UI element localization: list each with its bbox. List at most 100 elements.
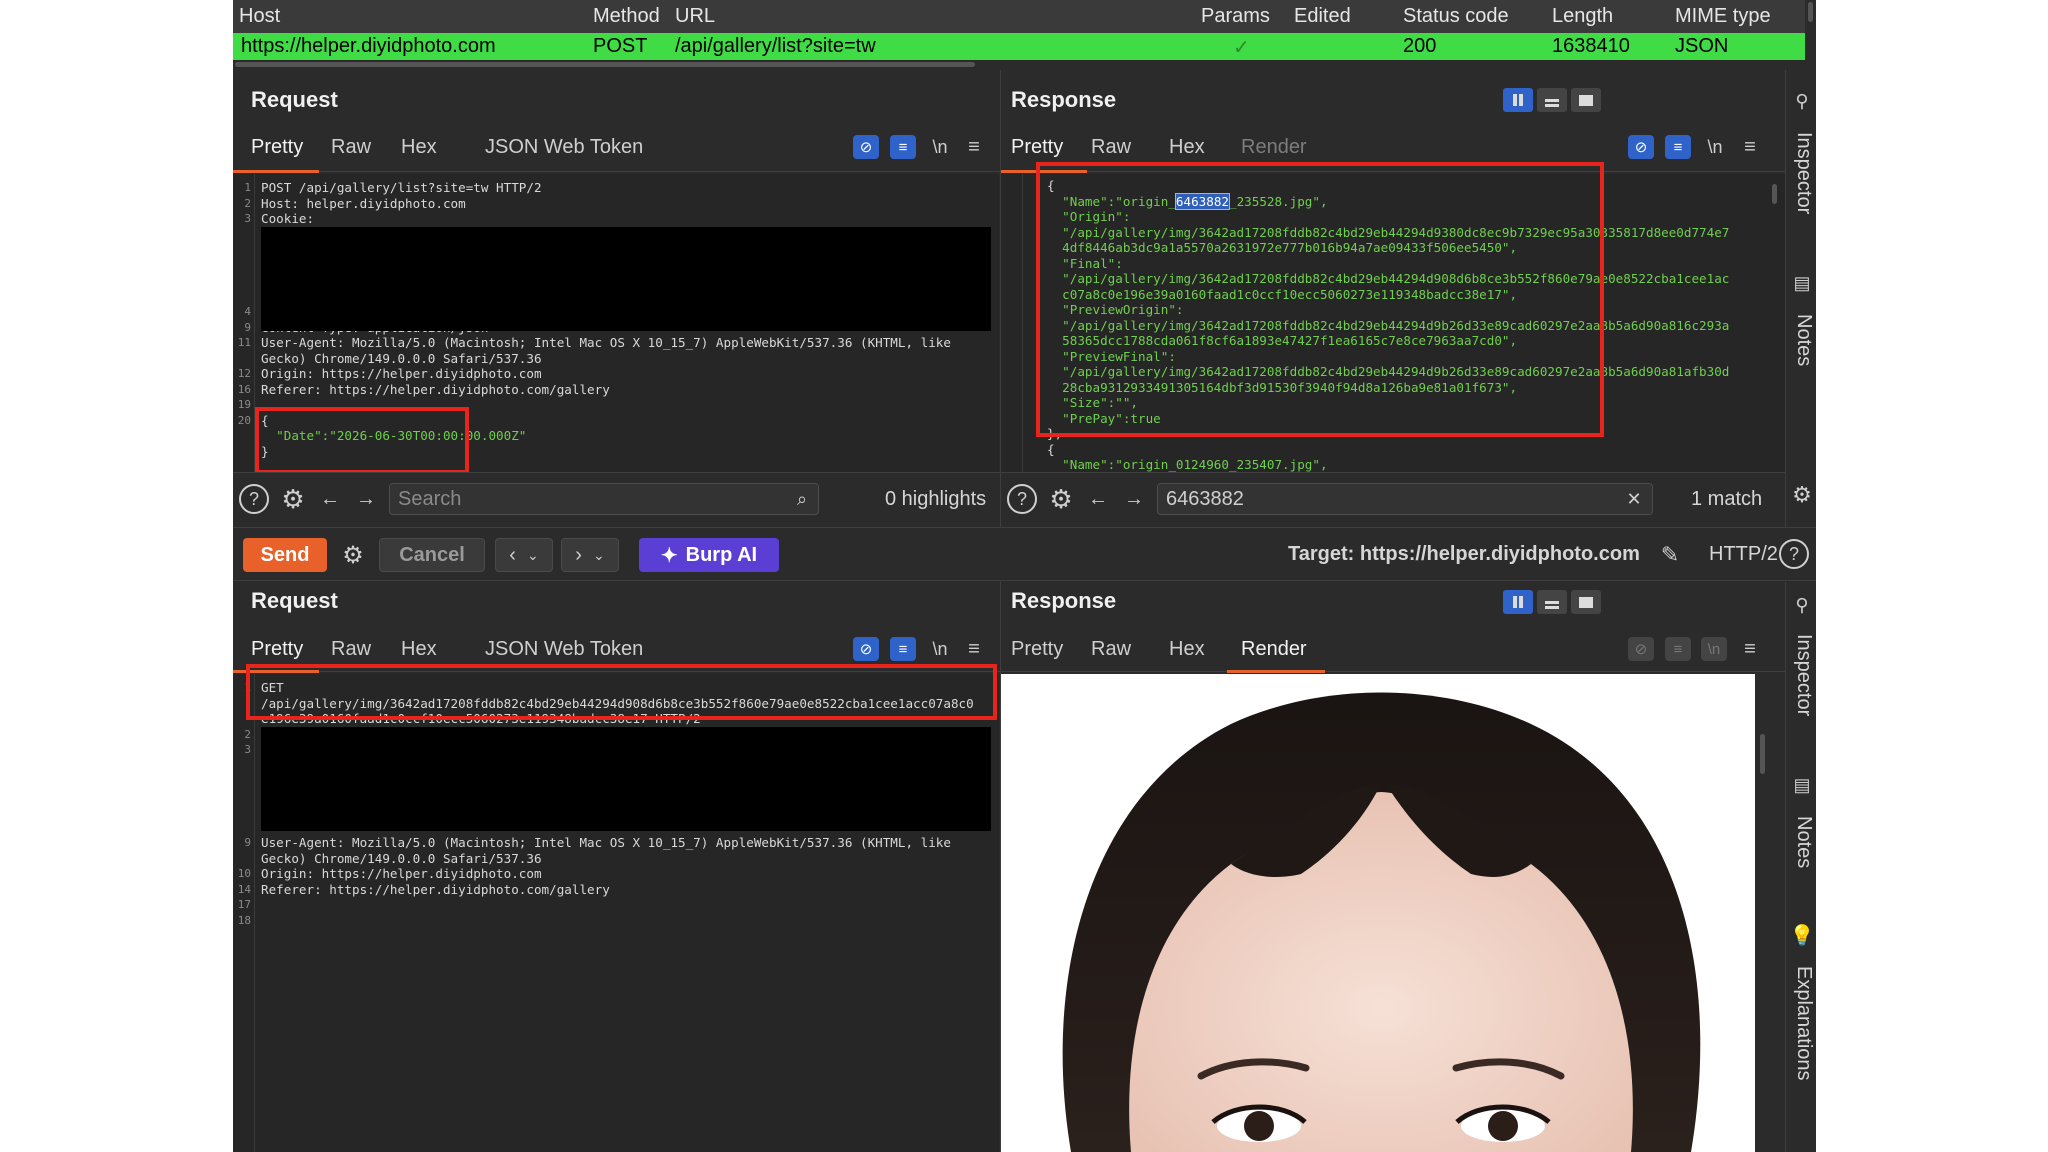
table-vertical-scrollbar[interactable] xyxy=(1805,0,1816,60)
help-icon[interactable]: ? xyxy=(1007,484,1037,514)
tab-hex[interactable]: Hex xyxy=(1169,638,1205,661)
lightbulb-icon[interactable]: 💡 xyxy=(1789,922,1815,948)
tab-pretty[interactable]: Pretty xyxy=(251,638,303,661)
cell-url: /api/gallery/list?site=tw xyxy=(675,35,876,57)
col-method[interactable]: Method xyxy=(593,5,660,28)
split-horizontal-icon[interactable] xyxy=(1503,590,1533,614)
send-settings-gear-icon[interactable]: ⚙ xyxy=(337,538,369,572)
col-edited[interactable]: Edited xyxy=(1294,5,1351,28)
inspector-tab[interactable]: Inspector xyxy=(1792,634,1815,716)
gear-icon[interactable]: ⚙ xyxy=(277,483,309,515)
arrow-left-icon[interactable]: ← xyxy=(315,483,345,515)
search-input[interactable] xyxy=(389,483,819,515)
notes-tab[interactable]: Notes xyxy=(1792,314,1815,366)
hide-nonprintable-icon: ⊘ xyxy=(1628,637,1654,661)
line-number xyxy=(233,289,254,305)
tab-hex[interactable]: Hex xyxy=(1169,136,1205,159)
hide-nonprintable-icon[interactable]: ⊘ xyxy=(1628,135,1654,159)
burp-ai-label: Burp AI xyxy=(685,543,758,566)
col-length[interactable]: Length xyxy=(1552,5,1613,28)
help-icon[interactable]: ? xyxy=(1779,539,1809,569)
clear-search-icon[interactable]: ✕ xyxy=(1621,485,1647,513)
line-number: 18 xyxy=(237,913,251,927)
table-row[interactable]: https://helper.diyidphoto.com POST /api/… xyxy=(233,33,1805,60)
search-icon: ⌕ xyxy=(796,488,808,509)
tab-raw[interactable]: Raw xyxy=(331,638,371,661)
menu-icon[interactable]: ≡ xyxy=(1737,636,1763,662)
code-line: Origin: https://helper.diyidphoto.com xyxy=(261,366,542,381)
settings-gear-icon[interactable]: ⚙ xyxy=(1789,482,1815,508)
col-status[interactable]: Status code xyxy=(1403,5,1509,28)
inspector-tab[interactable]: Inspector xyxy=(1792,132,1815,214)
single-pane-icon[interactable] xyxy=(1571,590,1601,614)
tab-pretty[interactable]: Pretty xyxy=(1011,638,1063,661)
code-line: "/api/gallery/img/3642ad17208fddb82c4bd2… xyxy=(1047,364,1730,379)
tab-raw[interactable]: Raw xyxy=(1091,136,1131,159)
render-scrollbar-track[interactable] xyxy=(1755,674,1769,1152)
menu-icon[interactable]: ≡ xyxy=(1737,134,1763,160)
tab-raw[interactable]: Raw xyxy=(331,136,371,159)
arrow-right-icon[interactable]: → xyxy=(1119,483,1149,515)
response-editor[interactable]: { "Name":"origin_6463882_235528.jpg", "O… xyxy=(1001,174,1785,472)
menu-icon[interactable]: ≡ xyxy=(961,636,987,662)
split-horizontal-icon[interactable] xyxy=(1503,88,1533,112)
active-tab-underline xyxy=(233,170,319,173)
tab-raw[interactable]: Raw xyxy=(1091,638,1131,661)
line-number xyxy=(233,711,254,727)
http-version[interactable]: HTTP/2 xyxy=(1709,543,1778,566)
edit-target-pencil-icon[interactable]: ✎ xyxy=(1654,538,1686,572)
search-match-highlight: 6463882 xyxy=(1174,192,1230,210)
pane-title: Response xyxy=(1011,87,1117,112)
hide-nonprintable-icon[interactable]: ⊘ xyxy=(853,135,879,159)
menu-icon[interactable]: ≡ xyxy=(961,134,987,160)
arrow-right-icon[interactable]: → xyxy=(351,483,381,515)
request-editor[interactable]: 1 2 3 9 10 14 17 18 GET/api/gallery/img/3642ad1… xyxy=(233,674,999,1152)
table-horizontal-scrollbar[interactable] xyxy=(233,60,1805,70)
response-scrollbar[interactable] xyxy=(1772,184,1777,204)
single-pane-icon[interactable] xyxy=(1571,88,1601,112)
tab-render[interactable]: Render xyxy=(1241,638,1307,661)
wrap-lines-icon[interactable]: ≡ xyxy=(890,135,916,159)
col-url[interactable]: URL xyxy=(675,5,715,28)
split-vertical-icon[interactable] xyxy=(1537,88,1567,112)
split-vertical-icon[interactable] xyxy=(1537,590,1567,614)
notes-icon[interactable]: ▤ xyxy=(1789,270,1815,296)
help-icon[interactable]: ? xyxy=(239,484,269,514)
tab-json-web-token[interactable]: JSON Web Token xyxy=(485,638,643,661)
hide-nonprintable-icon[interactable]: ⊘ xyxy=(853,637,879,661)
cancel-button[interactable]: Cancel xyxy=(379,538,485,572)
notes-tab[interactable]: Notes xyxy=(1792,816,1815,868)
burp-ai-button[interactable]: ✦ Burp AI xyxy=(639,538,779,572)
inspector-icon[interactable]: ⚲ xyxy=(1789,88,1815,114)
wrap-lines-icon[interactable]: ≡ xyxy=(1665,135,1691,159)
newline-toggle-icon[interactable]: \n xyxy=(926,134,954,160)
tab-render[interactable]: Render xyxy=(1241,136,1307,159)
tab-pretty[interactable]: Pretty xyxy=(1011,136,1063,159)
col-host[interactable]: Host xyxy=(239,5,280,28)
col-mime[interactable]: MIME type xyxy=(1675,5,1771,28)
explanations-tab[interactable]: Explanations xyxy=(1792,966,1815,1081)
tab-hex[interactable]: Hex xyxy=(401,136,437,159)
arrow-left-icon[interactable]: ← xyxy=(1083,483,1113,515)
gear-icon[interactable]: ⚙ xyxy=(1045,483,1077,515)
wrap-lines-icon[interactable]: ≡ xyxy=(890,637,916,661)
code-line: Cookie: xyxy=(261,211,315,226)
notes-icon[interactable]: ▤ xyxy=(1789,772,1815,798)
request-editor[interactable]: 1 2 3 4 9 11 12 16 19 20 POST /api/gallery/list?s… xyxy=(233,174,999,474)
send-button[interactable]: Send xyxy=(243,538,327,572)
col-params[interactable]: Params xyxy=(1201,5,1270,28)
tab-json-web-token[interactable]: JSON Web Token xyxy=(485,136,643,159)
history-back-button[interactable]: ‹ ⌄ xyxy=(495,538,553,572)
code-line: "Name":"origin_6463882_235528.jpg", xyxy=(1047,192,1328,210)
inspector-icon[interactable]: ⚲ xyxy=(1789,592,1815,618)
code-line: } xyxy=(261,443,269,459)
history-forward-button[interactable]: › ⌄ xyxy=(561,538,619,572)
search-input[interactable] xyxy=(1157,483,1653,515)
newline-toggle-icon[interactable]: \n xyxy=(926,636,954,662)
bottom-request-pane: Request Pretty Raw Hex JSON Web Token ⊘ … xyxy=(233,582,1000,1152)
code-line: Gecko) Chrome/149.0.0.0 Safari/537.36 xyxy=(261,850,542,866)
newline-toggle-icon[interactable]: \n xyxy=(1701,134,1729,160)
tab-hex[interactable]: Hex xyxy=(401,638,437,661)
request-search-bar: ? ⚙ ← → ⌕ 0 highlights xyxy=(233,472,1000,527)
tab-pretty[interactable]: Pretty xyxy=(251,136,303,159)
